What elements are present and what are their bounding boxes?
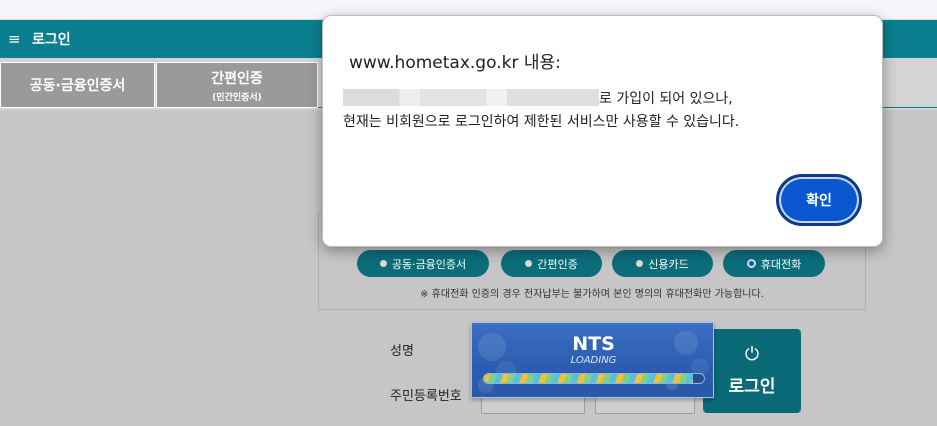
phone-auth-notice: ※ 휴대전화 인증의 경우 전자납부는 불가하며 본인 명의의 휴대전화만 가능… xyxy=(420,289,764,300)
tab-simple-auth-label: 간편인증 xyxy=(211,70,263,87)
loading-indicator: NTS LOADING xyxy=(471,322,714,398)
auth-method-label: 휴대전화 xyxy=(760,257,802,271)
auth-method-label: 공동·금융인증서 xyxy=(391,257,467,271)
menu-icon[interactable]: ≡ xyxy=(8,30,26,48)
alert-dialog: www.hometax.go.kr 내용: 로 가입이 되어 있으나, 현재는 … xyxy=(322,15,883,247)
loading-progress-fill xyxy=(484,374,693,383)
radio-icon xyxy=(636,260,644,267)
ok-button[interactable]: 확인 xyxy=(776,174,862,226)
tab-certificate[interactable]: 공동·금융인증서 xyxy=(0,62,155,108)
power-icon: ⏻ xyxy=(744,343,760,365)
auth-method-label: 신용카드 xyxy=(648,257,689,271)
dialog-title: www.hometax.go.kr 내용: xyxy=(349,53,561,73)
auth-method-label: 간편인증 xyxy=(537,257,578,271)
dialog-message-line1-text: 로 가입이 되어 있으나, xyxy=(599,91,733,107)
dialog-message-line2: 현재는 비회원으로 로그인하여 제한된 서비스만 사용할 수 있습니다. xyxy=(343,114,740,130)
radio-icon xyxy=(379,260,387,267)
tab-simple-auth-sublabel: (민간인증서) xyxy=(212,92,262,103)
tab-certificate-label: 공동·금융인증서 xyxy=(29,78,126,94)
tab-simple-auth[interactable]: 간편인증 (민간인증서) xyxy=(156,62,318,108)
login-button[interactable]: ⏻ 로그인 xyxy=(703,329,801,413)
loading-progress-bar xyxy=(483,373,705,384)
loading-brand: NTS xyxy=(572,333,615,355)
auth-method-certificate[interactable]: 공동·금융인증서 xyxy=(357,250,489,277)
redacted-text xyxy=(343,89,599,106)
radio-selected-icon xyxy=(746,259,756,268)
radio-icon xyxy=(525,260,533,267)
auth-method-simple[interactable]: 간편인증 xyxy=(501,250,602,277)
auth-method-phone[interactable]: 휴대전화 xyxy=(723,250,825,277)
page-title: 로그인 xyxy=(32,32,71,48)
rrn-label: 주민등록번호 xyxy=(390,389,462,404)
auth-method-card[interactable]: 신용카드 xyxy=(612,250,713,277)
name-label: 성명 xyxy=(390,344,414,359)
loading-status: LOADING xyxy=(570,355,617,366)
login-button-label: 로그인 xyxy=(728,376,776,397)
dialog-message-line1: 로 가입이 되어 있으나, xyxy=(343,88,733,108)
